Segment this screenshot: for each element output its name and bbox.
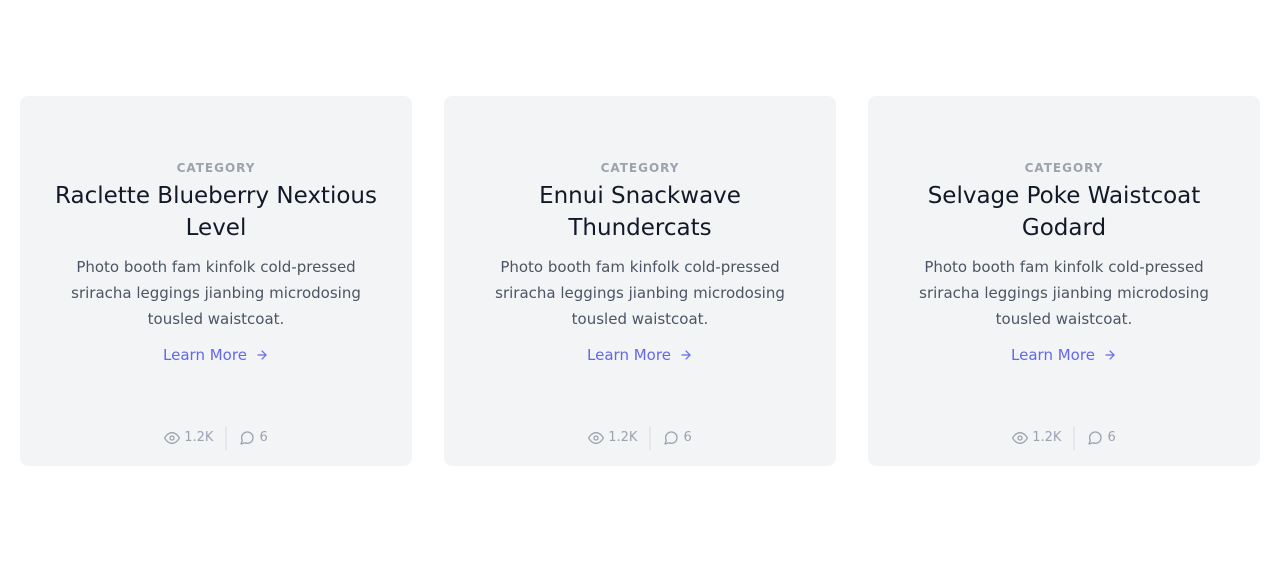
card-body: CATEGORY Selvage Poke Waistcoat Godard P… <box>868 160 1260 368</box>
blog-card: CATEGORY Ennui Snackwave Thundercats Pho… <box>444 96 836 466</box>
views-count: 1.2K <box>184 430 214 445</box>
blog-card: CATEGORY Raclette Blueberry Nextious Lev… <box>20 96 412 466</box>
comments-stat: 6 <box>1087 426 1116 450</box>
card-title: Ennui Snackwave Thundercats <box>539 183 741 241</box>
blog-card: CATEGORY Selvage Poke Waistcoat Godard P… <box>868 96 1260 466</box>
eye-icon <box>1012 432 1029 444</box>
comments-count: 6 <box>1107 430 1116 445</box>
card-description: Photo booth fam kinfolk cold-pressed sri… <box>495 258 785 328</box>
eye-icon <box>588 432 605 444</box>
learn-more-label: Learn More <box>1011 346 1095 364</box>
views-stat: 1.2K <box>588 426 652 450</box>
comments-count: 6 <box>259 430 268 445</box>
comments-count: 6 <box>683 430 692 445</box>
card-description: Photo booth fam kinfolk cold-pressed sri… <box>71 258 361 328</box>
card-category: CATEGORY <box>1024 161 1104 175</box>
views-count: 1.2K <box>1032 430 1062 445</box>
learn-more-link[interactable]: Learn More <box>163 342 269 368</box>
chat-bubble-icon <box>1088 431 1103 445</box>
learn-more-link[interactable]: Learn More <box>587 342 693 368</box>
card-stats: 1.2K 6 <box>868 426 1260 450</box>
learn-more-label: Learn More <box>587 346 671 364</box>
chat-bubble-icon <box>664 431 679 445</box>
card-stats: 1.2K 6 <box>444 426 836 450</box>
card-description: Photo booth fam kinfolk cold-pressed sri… <box>919 258 1209 328</box>
comments-stat: 6 <box>239 426 268 450</box>
views-count: 1.2K <box>608 430 638 445</box>
card-category: CATEGORY <box>176 161 256 175</box>
arrow-right-icon <box>1105 350 1115 360</box>
learn-more-link[interactable]: Learn More <box>1011 342 1117 368</box>
card-stats: 1.2K 6 <box>20 426 412 450</box>
eye-icon <box>164 432 181 444</box>
comments-stat: 6 <box>663 426 692 450</box>
views-stat: 1.2K <box>1012 426 1076 450</box>
card-title: Selvage Poke Waistcoat Godard <box>927 183 1201 241</box>
learn-more-label: Learn More <box>163 346 247 364</box>
arrow-right-icon <box>257 350 267 360</box>
chat-bubble-icon <box>240 431 255 445</box>
card-body: CATEGORY Ennui Snackwave Thundercats Pho… <box>444 160 836 368</box>
card-title: Raclette Blueberry Nextious Level <box>55 183 377 241</box>
blog-cards-section: CATEGORY Raclette Blueberry Nextious Lev… <box>0 0 1280 562</box>
card-body: CATEGORY Raclette Blueberry Nextious Lev… <box>20 160 412 368</box>
card-category: CATEGORY <box>600 161 680 175</box>
arrow-right-icon <box>681 350 691 360</box>
views-stat: 1.2K <box>164 426 228 450</box>
card-grid: CATEGORY Raclette Blueberry Nextious Lev… <box>20 96 1260 466</box>
